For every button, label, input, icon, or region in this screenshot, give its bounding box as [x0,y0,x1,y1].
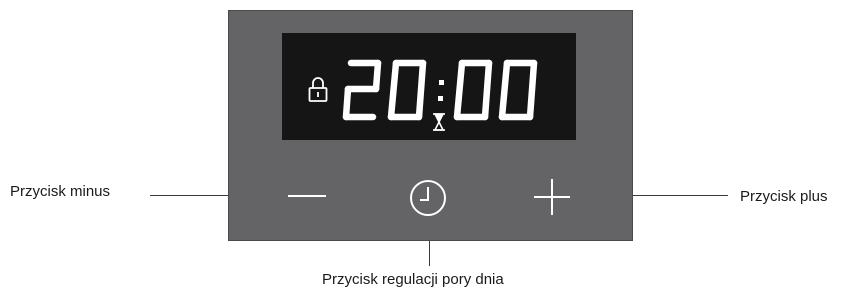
minus-leader-line [150,195,228,196]
plus-button[interactable] [532,177,572,217]
minus-button-label: Przycisk minus [10,183,111,200]
time-display [282,33,576,140]
clock-icon [410,180,446,216]
digits [342,59,538,121]
colon [438,80,444,101]
digit-2 [342,59,382,121]
plus-button-label: Przycisk plus [740,188,828,205]
hourglass-icon [433,113,445,131]
digit-0-a [387,59,427,121]
lock-icon [308,77,328,102]
clock-leader-line [429,241,430,266]
clock-button[interactable] [408,178,448,218]
plus-leader-line [633,195,728,196]
clock-button-label: Przycisk regulacji pory dnia [322,271,504,288]
digit-0-b [453,59,493,121]
digit-0-c [498,59,538,121]
minus-button[interactable] [286,186,328,206]
display-svg [308,59,538,131]
minus-icon [288,195,326,197]
plus-icon [534,179,570,215]
